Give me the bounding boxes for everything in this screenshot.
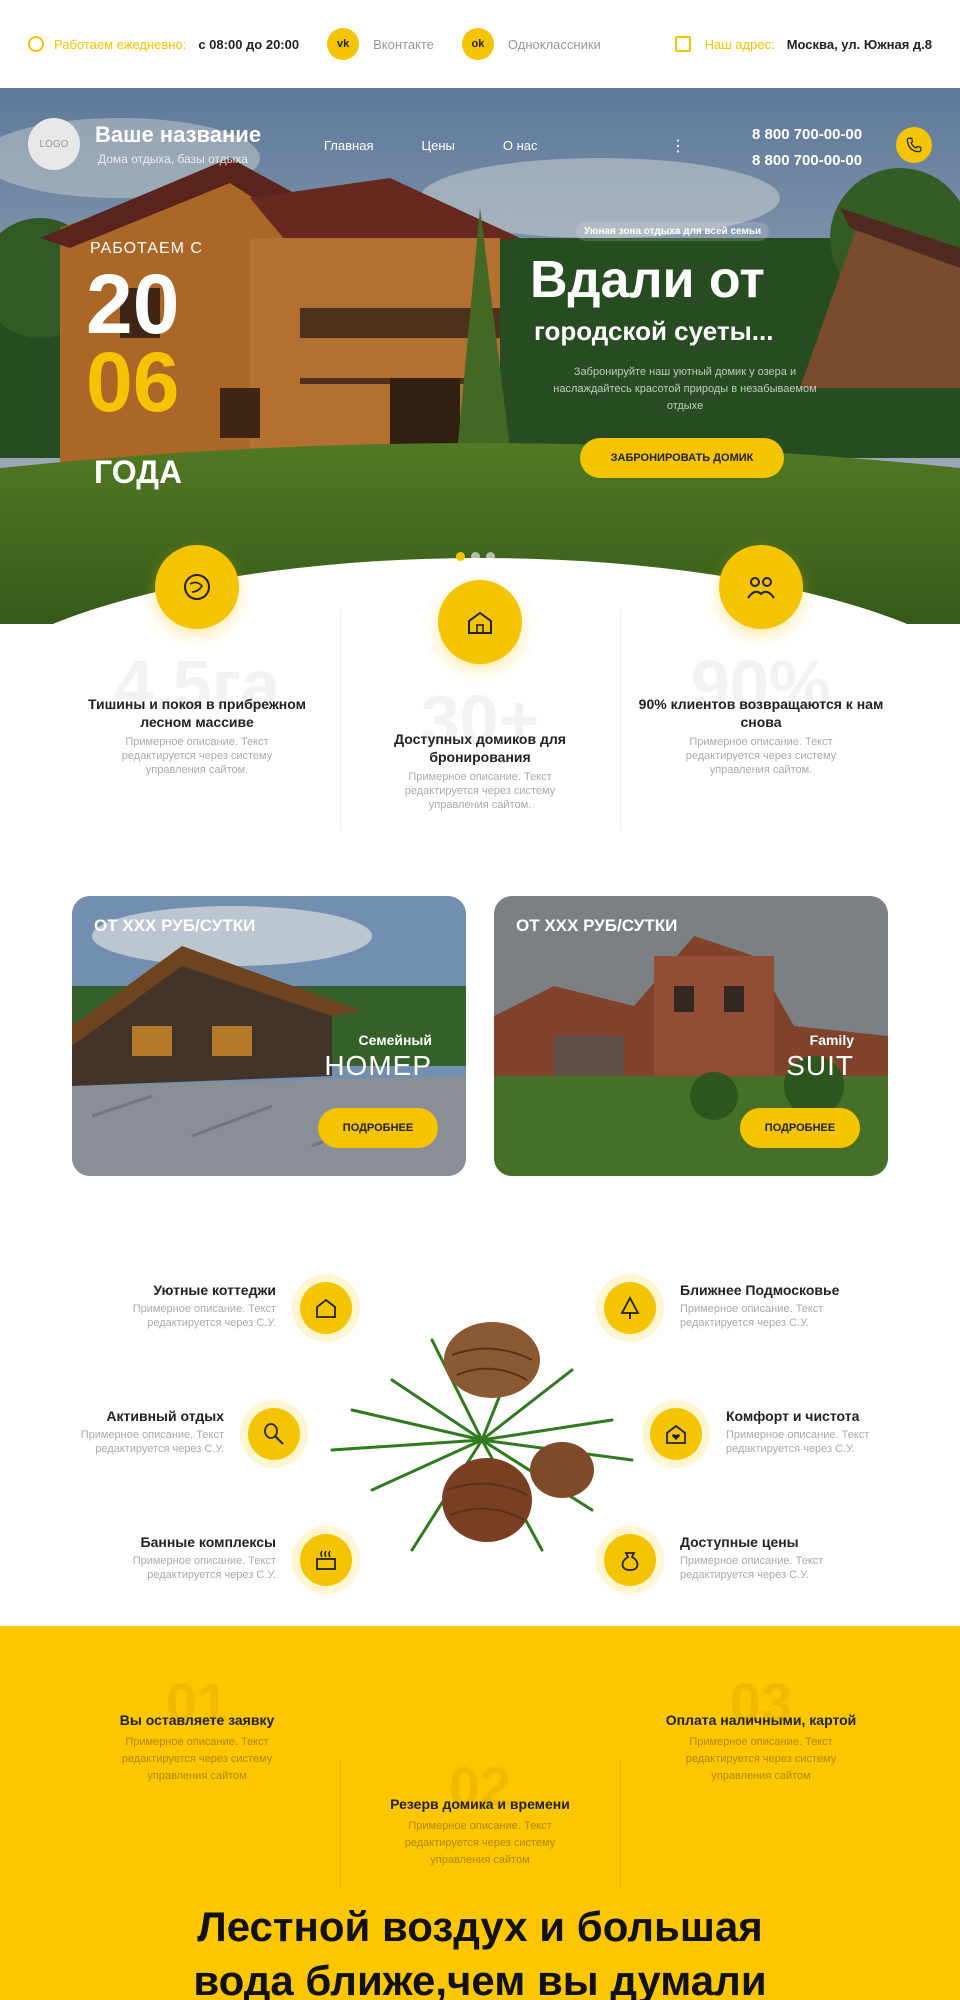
step-title: Резерв домика и времени [390,1796,570,1812]
feature-title: Банные комплексы [140,1534,276,1550]
phone-1[interactable]: 8 800 700-00-00 [752,122,862,148]
feature-description: Примерное описание. Текст редактируется … [680,1555,824,1581]
stat-description: Примерное описание. Текст редактируется … [685,736,837,776]
card-title: НОМЕР [324,1050,432,1081]
main-nav: Главная Цены О нас [324,138,538,153]
feature-title: Ближнее Подмосковье [680,1282,840,1298]
feature-title: Доступные цены [680,1534,799,1550]
card-title: SUIT [786,1050,854,1081]
house-heart-icon [650,1408,702,1460]
hero: LOGO Ваше название Дома отдыха, базы отд… [0,88,960,624]
feature-title: Комфорт и чистота [726,1408,860,1424]
stat-title: Тишины и покоя в прибрежном лесном масси… [88,696,306,730]
hero-tag: Уюная зона отдыха для всей семьи [576,222,770,241]
vk-label: Вконтакте [373,36,434,52]
cottage-icon [438,580,522,664]
feature-description: Примерное описание. Текст редактируется … [80,1429,224,1455]
odnoklassniki-icon: ok [461,28,494,60]
address: Наш адрес: Москва, ул. Южная д.8 [674,36,932,52]
hero-title: Вдали от [530,251,765,309]
feature-icon-wrap [292,1526,360,1594]
ok-label: Одноклассники [507,36,601,52]
clock-icon [28,36,44,52]
brand-name[interactable]: Ваше название [95,122,261,148]
feature-title: Уютные коттеджи [153,1282,276,1298]
book-cottage-button[interactable]: ЗАБРОНИРОВАТЬ ДОМИК [580,438,784,478]
heading-line-2: вода ближе,чем вы думали [193,1957,767,2000]
divider [340,610,341,830]
card-price: ОТ XXX РУБ/СУТКИ [516,916,678,935]
years-label: ГОДА [94,454,183,490]
more-button[interactable]: ПОДРОБНЕЕ [740,1108,860,1148]
cottage-icon [300,1282,352,1334]
feature-icon-wrap [292,1274,360,1342]
card-subtitle: Family [809,1032,854,1048]
hours-label: Работаем ежедневно: [54,36,187,52]
globe-leaf-icon [155,545,239,629]
room-card-family[interactable]: ОТ XXX РУБ/СУТКИ Семейный НОМЕР ПОДРОБНЕ… [72,896,466,1176]
tennis-icon [248,1408,300,1460]
step-title: Оплата наличными, картой [665,1712,857,1728]
stat-description: Примерное описание. Текст редактируется … [121,736,273,776]
feature-icon-wrap [596,1526,664,1594]
feature-icon-wrap [642,1400,710,1468]
more-menu-icon[interactable]: ⋮ [670,136,686,156]
stat-title: Доступных домиков для бронирования [394,731,566,765]
hero-description: Забронируйте наш уютный домик у озера и … [553,366,817,412]
building-icon [674,36,691,52]
section-heading: Лестной воздух и большая вода ближе,чем … [0,1900,960,2000]
money-bag-icon [604,1534,656,1586]
vk-link[interactable]: vk Вконтакте [327,28,434,60]
feature-icon-wrap [240,1400,308,1468]
divider [340,1760,341,1890]
brand-subtitle: Дома отдыха, базы отдыха [98,152,248,166]
phone-call-button[interactable] [896,127,932,163]
divider [620,610,621,830]
more-button[interactable]: ПОДРОБНЕЕ [318,1108,438,1148]
room-card-suit[interactable]: ОТ XXX РУБ/СУТКИ Family SUIT ПОДРОБНЕЕ [494,896,888,1176]
logo[interactable]: LOGO [28,118,80,170]
feature-title: Активный отдых [106,1408,224,1424]
phones: 8 800 700-00-00 8 800 700-00-00 [752,122,862,174]
feature-description: Примерное описание. Текст редактируется … [680,1303,824,1329]
step-description: Примерное описание. Текст редактируется … [121,1736,273,1782]
stat-title: 90% клиентов возвращаются к нам снова [638,696,884,730]
feature-description: Примерное описание. Текст редактируется … [132,1555,276,1581]
slider-dots [456,552,495,561]
feature-description: Примерное описание. Текст редактируется … [726,1429,870,1455]
step-description: Примерное описание. Текст редактируется … [404,1820,556,1866]
feature-description: Примерное описание. Текст редактируется … [132,1303,276,1329]
address-value: Москва, ул. Южная д.8 [786,36,932,52]
slider-dot[interactable] [486,552,495,561]
ok-link[interactable]: ok Одноклассники [461,28,601,60]
slider-dot[interactable] [471,552,480,561]
since-year-second: 06 [86,335,180,429]
phone-icon [906,137,922,153]
nav-item-about[interactable]: О нас [503,138,538,153]
topbar: Работаем ежедневно: с 08:00 до 20:00 vk … [0,0,960,88]
step-title: Вы оставляете заявку [119,1712,275,1728]
step-description: Примерное описание. Текст редактируется … [685,1736,837,1782]
phone-2[interactable]: 8 800 700-00-00 [752,148,862,174]
sauna-icon [300,1534,352,1586]
address-label: Наш адрес: [704,36,775,52]
stat-description: Примерное описание. Текст редактируется … [404,771,556,811]
heading-line-1: Лестной воздух и большая [197,1903,763,1950]
slider-dot[interactable] [456,552,465,561]
nav-item-prices[interactable]: Цены [421,138,454,153]
tree-icon [604,1282,656,1334]
pine-cone-image [330,1322,634,1552]
hero-subtitle: городской суеты... [534,316,774,346]
nav-item-home[interactable]: Главная [324,138,373,153]
card-subtitle: Семейный [358,1032,432,1048]
card-price: ОТ XXX РУБ/СУТКИ [94,916,256,935]
hours-value: с 08:00 до 20:00 [198,36,300,52]
divider [620,1760,621,1890]
vk-icon: vk [327,28,360,60]
family-icon [719,545,803,629]
feature-icon-wrap [596,1274,664,1342]
